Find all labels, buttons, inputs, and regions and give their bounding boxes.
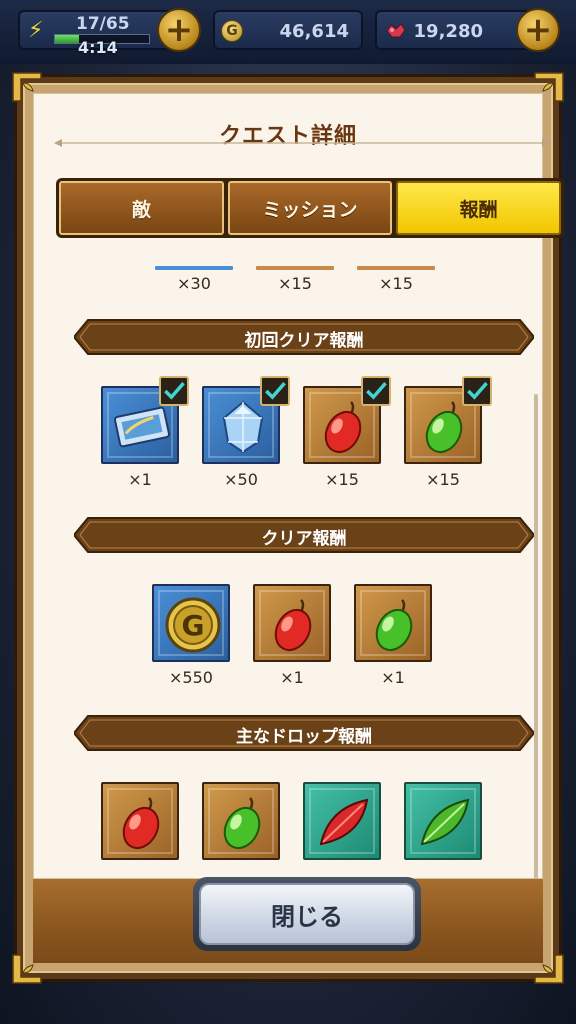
reward-item[interactable]	[404, 376, 492, 464]
clear-banner: クリア報酬	[74, 516, 534, 554]
partial-item-edge	[357, 266, 435, 270]
clear-label: クリア報酬	[261, 529, 347, 549]
reward-count: ×550	[169, 668, 213, 687]
gold-coin-icon: G	[221, 20, 243, 42]
tab-rewards[interactable]: 報酬	[396, 181, 562, 235]
checkmark-icon	[159, 376, 189, 406]
red-fruit-icon	[122, 797, 160, 850]
reward-item[interactable]: G	[152, 584, 230, 662]
reward-count: ×1	[381, 668, 405, 687]
tab-bar: 敵 ミッション 報酬	[56, 178, 564, 238]
first-clear-banner: 初回クリア報酬	[74, 318, 534, 356]
svg-text:G: G	[182, 609, 205, 642]
reward-item[interactable]	[202, 376, 290, 464]
stamina-timer: 4:14	[78, 38, 118, 57]
add-gems-button[interactable]: +	[516, 8, 560, 52]
reward-count: ×1	[280, 668, 304, 687]
partial-reward: ×30	[154, 266, 234, 293]
tab-missions[interactable]: ミッション	[227, 181, 393, 235]
drops-banner: 主なドロップ報酬	[74, 714, 534, 752]
close-button[interactable]: 閉じる	[193, 877, 421, 951]
dialog-footer: 閉じる	[33, 877, 543, 963]
title-divider	[54, 139, 550, 147]
green-leaf-icon	[420, 798, 470, 846]
green-fruit-icon	[375, 599, 413, 652]
partial-item-edge	[155, 266, 233, 270]
drop-items	[34, 782, 542, 892]
close-button-label[interactable]: 閉じる	[199, 883, 415, 945]
green-fruit-icon	[223, 797, 261, 850]
stamina-count: 17/65	[76, 14, 130, 34]
red-leaf-icon	[319, 798, 369, 846]
checkmark-icon	[361, 376, 391, 406]
drops-label: 主なドロップ報酬	[236, 727, 372, 747]
ornament-corner-icon	[534, 72, 564, 102]
reward-item[interactable]	[303, 782, 381, 860]
partial-item-edge	[256, 266, 334, 270]
reward-item[interactable]	[202, 782, 280, 860]
ornament-corner-icon	[12, 72, 42, 102]
red-fruit-icon	[274, 599, 312, 652]
reward-item[interactable]	[101, 782, 179, 860]
reward-item[interactable]	[404, 782, 482, 860]
first-clear-label: 初回クリア報酬	[244, 331, 364, 351]
gold-panel: G 46,614	[213, 10, 363, 50]
lightning-icon: ⚡	[28, 18, 44, 43]
gold-coin-icon: G	[165, 597, 221, 653]
gem-amount: 19,280	[413, 21, 483, 42]
stamina-bar-fill	[55, 35, 80, 43]
reward-count: ×1	[128, 470, 152, 489]
tab-enemies[interactable]: 敵	[59, 181, 224, 235]
gem-panel: 19,280	[375, 10, 535, 50]
gem-icon	[386, 23, 406, 38]
ornament-corner-icon	[12, 954, 42, 984]
status-bar: ⚡ 17/65 4:14 + G 46,614 19,280 +	[0, 0, 576, 64]
reward-count: ×15	[426, 470, 460, 489]
checkmark-icon	[462, 376, 492, 406]
partial-count: ×30	[177, 274, 211, 293]
first-clear-items: ×1 ×50 ×15 ×15	[34, 376, 542, 496]
reward-item[interactable]	[101, 376, 189, 464]
reward-count: ×50	[224, 470, 258, 489]
add-stamina-button[interactable]: +	[157, 8, 201, 52]
reward-item[interactable]	[253, 584, 331, 662]
ornament-corner-icon	[534, 954, 564, 984]
partial-count: ×15	[278, 274, 312, 293]
partial-reward: ×15	[255, 266, 335, 293]
dialog-content: クエスト詳細 敵 ミッション 報酬 ×30 ×15 ×15 初回クリア報酬 ×1…	[33, 93, 564, 894]
partial-reward: ×15	[356, 266, 436, 293]
quest-detail-dialog: クエスト詳細 敵 ミッション 報酬 ×30 ×15 ×15 初回クリア報酬 ×1…	[12, 72, 564, 984]
clear-items: G ×550 ×1 ×1	[34, 584, 542, 694]
gold-amount: 46,614	[279, 21, 349, 42]
stamina-panel: ⚡ 17/65 4:14	[18, 10, 173, 57]
dialog-frame: クエスト詳細 敵 ミッション 報酬 ×30 ×15 ×15 初回クリア報酬 ×1…	[23, 83, 564, 973]
reward-item[interactable]	[354, 584, 432, 662]
scrollbar[interactable]	[534, 394, 538, 894]
reward-count: ×15	[325, 470, 359, 489]
reward-item[interactable]	[303, 376, 391, 464]
partial-count: ×15	[379, 274, 413, 293]
checkmark-icon	[260, 376, 290, 406]
